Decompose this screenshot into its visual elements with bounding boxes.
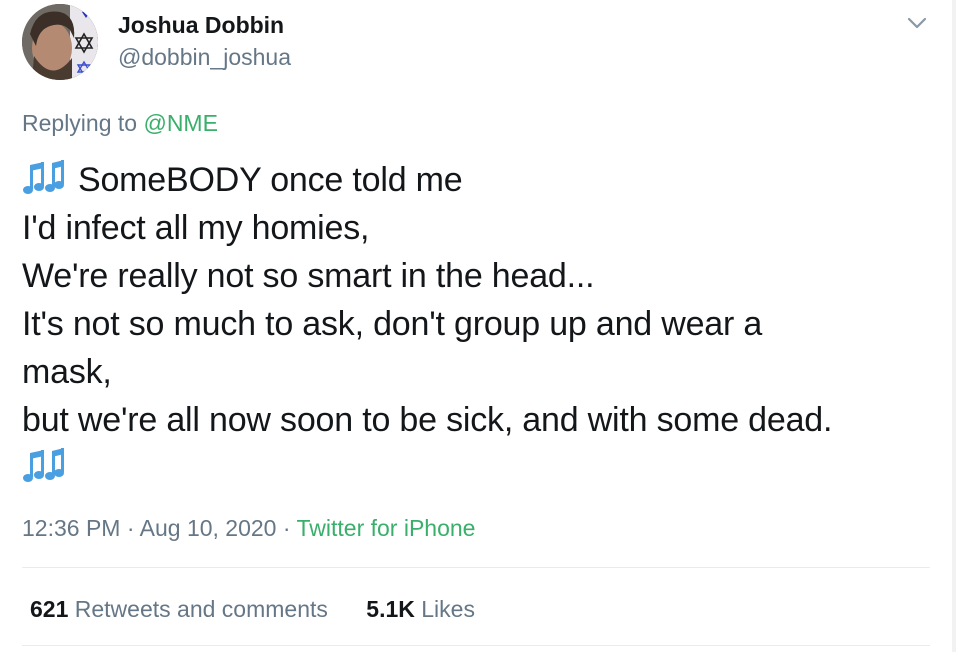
tweet-line: It's not so much to ask, don't group up … <box>22 305 763 343</box>
meta-separator: · <box>120 515 140 541</box>
tweet-time[interactable]: 12:36 PM <box>22 515 120 541</box>
tweet-date[interactable]: Aug 10, 2020 <box>140 515 277 541</box>
tweet-line <box>22 444 942 492</box>
tweet-stats: 621 Retweets and comments 5.1K Likes <box>30 596 475 623</box>
tweet-line: SomeBODY once told me <box>22 156 942 204</box>
likes-count: 5.1K <box>366 596 415 622</box>
tweet-line: I'd infect all my homies, <box>22 209 370 247</box>
likes-label: Likes <box>421 596 475 622</box>
retweets-stat[interactable]: 621 Retweets and comments <box>30 596 328 623</box>
retweets-count: 621 <box>30 596 69 622</box>
tweet-source-link[interactable]: Twitter for iPhone <box>297 515 476 541</box>
replying-to-label: Replying to <box>22 110 144 136</box>
divider <box>22 567 930 568</box>
scrollbar[interactable] <box>952 0 956 652</box>
replying-to: Replying to @NME <box>22 110 218 137</box>
author-avatar[interactable] <box>22 4 98 80</box>
author-display-name[interactable]: Joshua Dobbin <box>118 12 284 39</box>
retweets-label: Retweets and comments <box>74 596 328 622</box>
divider <box>22 645 930 646</box>
chevron-down-icon[interactable] <box>902 10 932 38</box>
author-handle[interactable]: @dobbin_joshua <box>118 44 291 71</box>
likes-stat[interactable]: 5.1K Likes <box>366 596 475 623</box>
tweet-line: mask, <box>22 353 112 391</box>
musical-notes-icon <box>22 159 68 197</box>
avatar-photo <box>22 4 98 80</box>
tweet-meta: 12:36 PM · Aug 10, 2020 · Twitter for iP… <box>22 515 475 542</box>
tweet-line-text: SomeBODY once told me <box>78 161 463 199</box>
reply-mention-link[interactable]: @NME <box>143 110 217 136</box>
musical-notes-icon <box>22 447 68 485</box>
tweet-line: We're really not so smart in the head... <box>22 257 595 295</box>
tweet-text: SomeBODY once told me I'd infect all my … <box>22 156 942 492</box>
meta-separator: · <box>276 515 297 541</box>
tweet-line: but we're all now soon to be sick, and w… <box>22 401 833 439</box>
